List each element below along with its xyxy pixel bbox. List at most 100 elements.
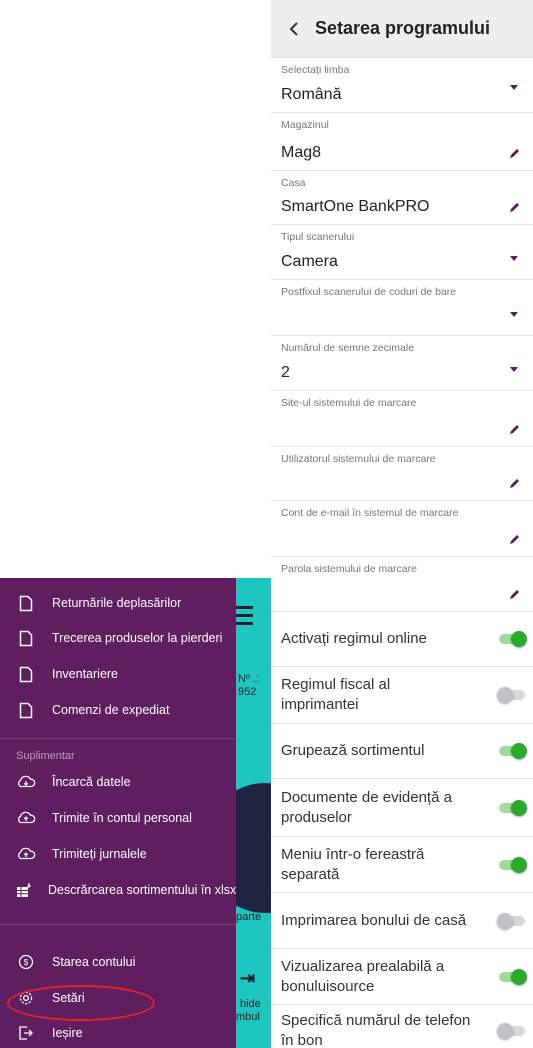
settings-toggles: Activați regimul online Regimul fiscal al… xyxy=(271,612,533,1048)
account-icon: $ xyxy=(16,952,36,972)
drawer-item[interactable]: Inventariere xyxy=(0,662,236,686)
toggle-label: Documente de evidență a produselor xyxy=(281,788,452,826)
toggle-row: Regimul fiscal al imprimantei xyxy=(271,667,533,724)
receipt-number-value: 952 xyxy=(238,686,257,698)
field-value[interactable]: Camera xyxy=(281,253,338,271)
drawer-item[interactable]: Descrărcarea sortimentului în xlsx xyxy=(0,878,236,902)
navigation-drawer: Suplimentar Returnările deplasărilor Trec… xyxy=(0,578,236,1048)
drawer-item[interactable]: $ Starea contului xyxy=(0,950,236,974)
exit-icon xyxy=(16,1023,36,1043)
settings-fields: Selectați limba Română Magazinul Mag8 Casa Sm… xyxy=(271,58,533,612)
partial-button-label[interactable]: parte xyxy=(236,911,261,923)
drawer-item-label: Trecerea produselor la pierderi xyxy=(52,631,223,645)
field-value[interactable]: Mag8 xyxy=(281,144,321,162)
receipt-number-label: Nº .: xyxy=(238,673,260,685)
setting-field[interactable]: Site-ul sistemului de marcare xyxy=(271,391,533,447)
setting-field[interactable]: Parola sistemului de marcare xyxy=(271,557,533,612)
drawer-item-label: Comenzi de expediat xyxy=(52,703,170,717)
drawer-item[interactable]: Trimite în contul personal xyxy=(0,806,236,830)
dropdown-caret-icon[interactable] xyxy=(507,307,521,321)
setting-field[interactable]: Casa SmartOne BankPRO xyxy=(271,171,533,225)
drawer-section-header: Suplimentar xyxy=(16,750,75,762)
edit-pencil-icon[interactable] xyxy=(507,422,521,436)
toggle-label: Specifică numărul de telefon în bon xyxy=(281,1012,471,1048)
toggle-knob xyxy=(511,743,527,759)
toggle-switch[interactable] xyxy=(499,856,527,873)
drawer-divider xyxy=(0,924,236,925)
drawer-item[interactable]: Încarcă datele xyxy=(0,770,236,794)
toggle-switch[interactable] xyxy=(497,1023,525,1039)
edit-pencil-icon[interactable] xyxy=(507,587,521,601)
edit-pencil-icon[interactable] xyxy=(507,476,521,490)
toggle-row: Activați regimul online xyxy=(271,612,533,667)
toggle-knob xyxy=(511,968,527,985)
chevron-left-icon xyxy=(289,21,298,36)
setting-field[interactable]: Cont de e-mail în sistemul de marcare xyxy=(271,501,533,557)
field-label: Parola sistemului de marcare xyxy=(281,563,417,575)
field-value[interactable]: Română xyxy=(281,86,341,104)
hamburger-icon[interactable] xyxy=(233,606,253,630)
back-button[interactable] xyxy=(285,20,303,38)
gear-icon xyxy=(16,988,36,1008)
spreadsheet-icon xyxy=(16,880,32,900)
cloud-upload-icon xyxy=(16,844,36,864)
toggle-switch[interactable] xyxy=(499,631,527,647)
drawer-item[interactable]: Trecerea produselor la pierderi xyxy=(0,626,236,650)
partial-button2-line2[interactable]: mbul xyxy=(236,1011,260,1023)
field-label: Casa xyxy=(281,177,306,189)
toggle-label: Meniu într-o fereastră separată xyxy=(281,845,425,883)
toggle-knob xyxy=(497,1023,513,1039)
cloud-download-icon xyxy=(16,772,36,792)
toggle-label: Activați regimul online xyxy=(281,630,427,647)
edit-pencil-icon[interactable] xyxy=(507,200,521,214)
drawer-item[interactable]: Setări xyxy=(0,986,236,1010)
drawer-item[interactable]: Trimiteți jurnalele xyxy=(0,842,236,866)
drawer-item-label: Trimite în contul personal xyxy=(52,811,192,825)
toggle-switch[interactable] xyxy=(499,743,527,759)
drawer-item[interactable]: Returnările deplasărilor xyxy=(0,591,236,615)
toggle-switch[interactable] xyxy=(499,968,527,985)
toggle-knob xyxy=(511,799,527,816)
document-icon xyxy=(16,628,36,648)
toggle-switch[interactable] xyxy=(499,799,527,816)
field-value[interactable]: SmartOne BankPRO xyxy=(281,198,430,216)
toggle-switch[interactable] xyxy=(497,912,525,929)
drawer-item-label: Descrărcarea sortimentului în xlsx xyxy=(48,883,236,897)
toggle-knob xyxy=(497,912,513,929)
dropdown-caret-icon[interactable] xyxy=(507,251,521,265)
toggle-row: Vizualizarea prealabilă a bonuluisource xyxy=(271,949,533,1005)
toggle-knob xyxy=(497,687,513,703)
field-label: Postfixul scanerului de coduri de bare xyxy=(281,286,457,298)
drawer-divider xyxy=(0,738,236,739)
setting-field[interactable]: Numărul de semne zecimale 2 xyxy=(271,336,533,391)
drawer-item[interactable]: Comenzi de expediat xyxy=(0,698,236,722)
edit-pencil-icon[interactable] xyxy=(507,146,521,160)
exit-arrow-icon: ⇥ xyxy=(240,968,256,988)
drawer-item-label: Încarcă datele xyxy=(52,775,131,789)
field-label: Tipul scanerului xyxy=(281,231,355,243)
dropdown-caret-icon[interactable] xyxy=(507,80,521,94)
field-label: Site-ul sistemului de marcare xyxy=(281,397,417,409)
field-value[interactable]: 2 xyxy=(281,364,290,382)
toggle-row: Documente de evidență a produselor xyxy=(271,779,533,837)
toggle-label: Grupează sortimentul xyxy=(281,742,425,759)
toggle-row: Imprimarea bonului de casă xyxy=(271,893,533,949)
setting-field[interactable]: Selectați limba Română xyxy=(271,58,533,113)
dropdown-caret-icon[interactable] xyxy=(507,362,521,376)
drawer-item-label: Ieșire xyxy=(52,1026,83,1040)
setting-field[interactable]: Postfixul scanerului de coduri de bare xyxy=(271,280,533,336)
edit-pencil-icon[interactable] xyxy=(507,532,521,546)
toggle-label: Vizualizarea prealabilă a bonuluisource xyxy=(281,957,445,995)
setting-field[interactable]: Magazinul Mag8 xyxy=(271,113,533,171)
toggle-row: Grupează sortimentul xyxy=(271,724,533,779)
document-icon xyxy=(16,593,36,613)
toggle-row: Meniu într-o fereastră separată xyxy=(271,837,533,893)
setting-field[interactable]: Utilizatorul sistemului de marcare xyxy=(271,447,533,501)
settings-header: Setarea programului xyxy=(271,0,533,58)
partial-button2-line1[interactable]: hide xyxy=(240,998,261,1010)
field-label: Selectați limba xyxy=(281,64,350,76)
setting-field[interactable]: Tipul scanerului Camera xyxy=(271,225,533,280)
settings-panel: Setarea programului Selectați limba Român… xyxy=(271,0,533,1048)
drawer-item[interactable]: Ieșire xyxy=(0,1021,236,1045)
toggle-switch[interactable] xyxy=(497,687,525,703)
